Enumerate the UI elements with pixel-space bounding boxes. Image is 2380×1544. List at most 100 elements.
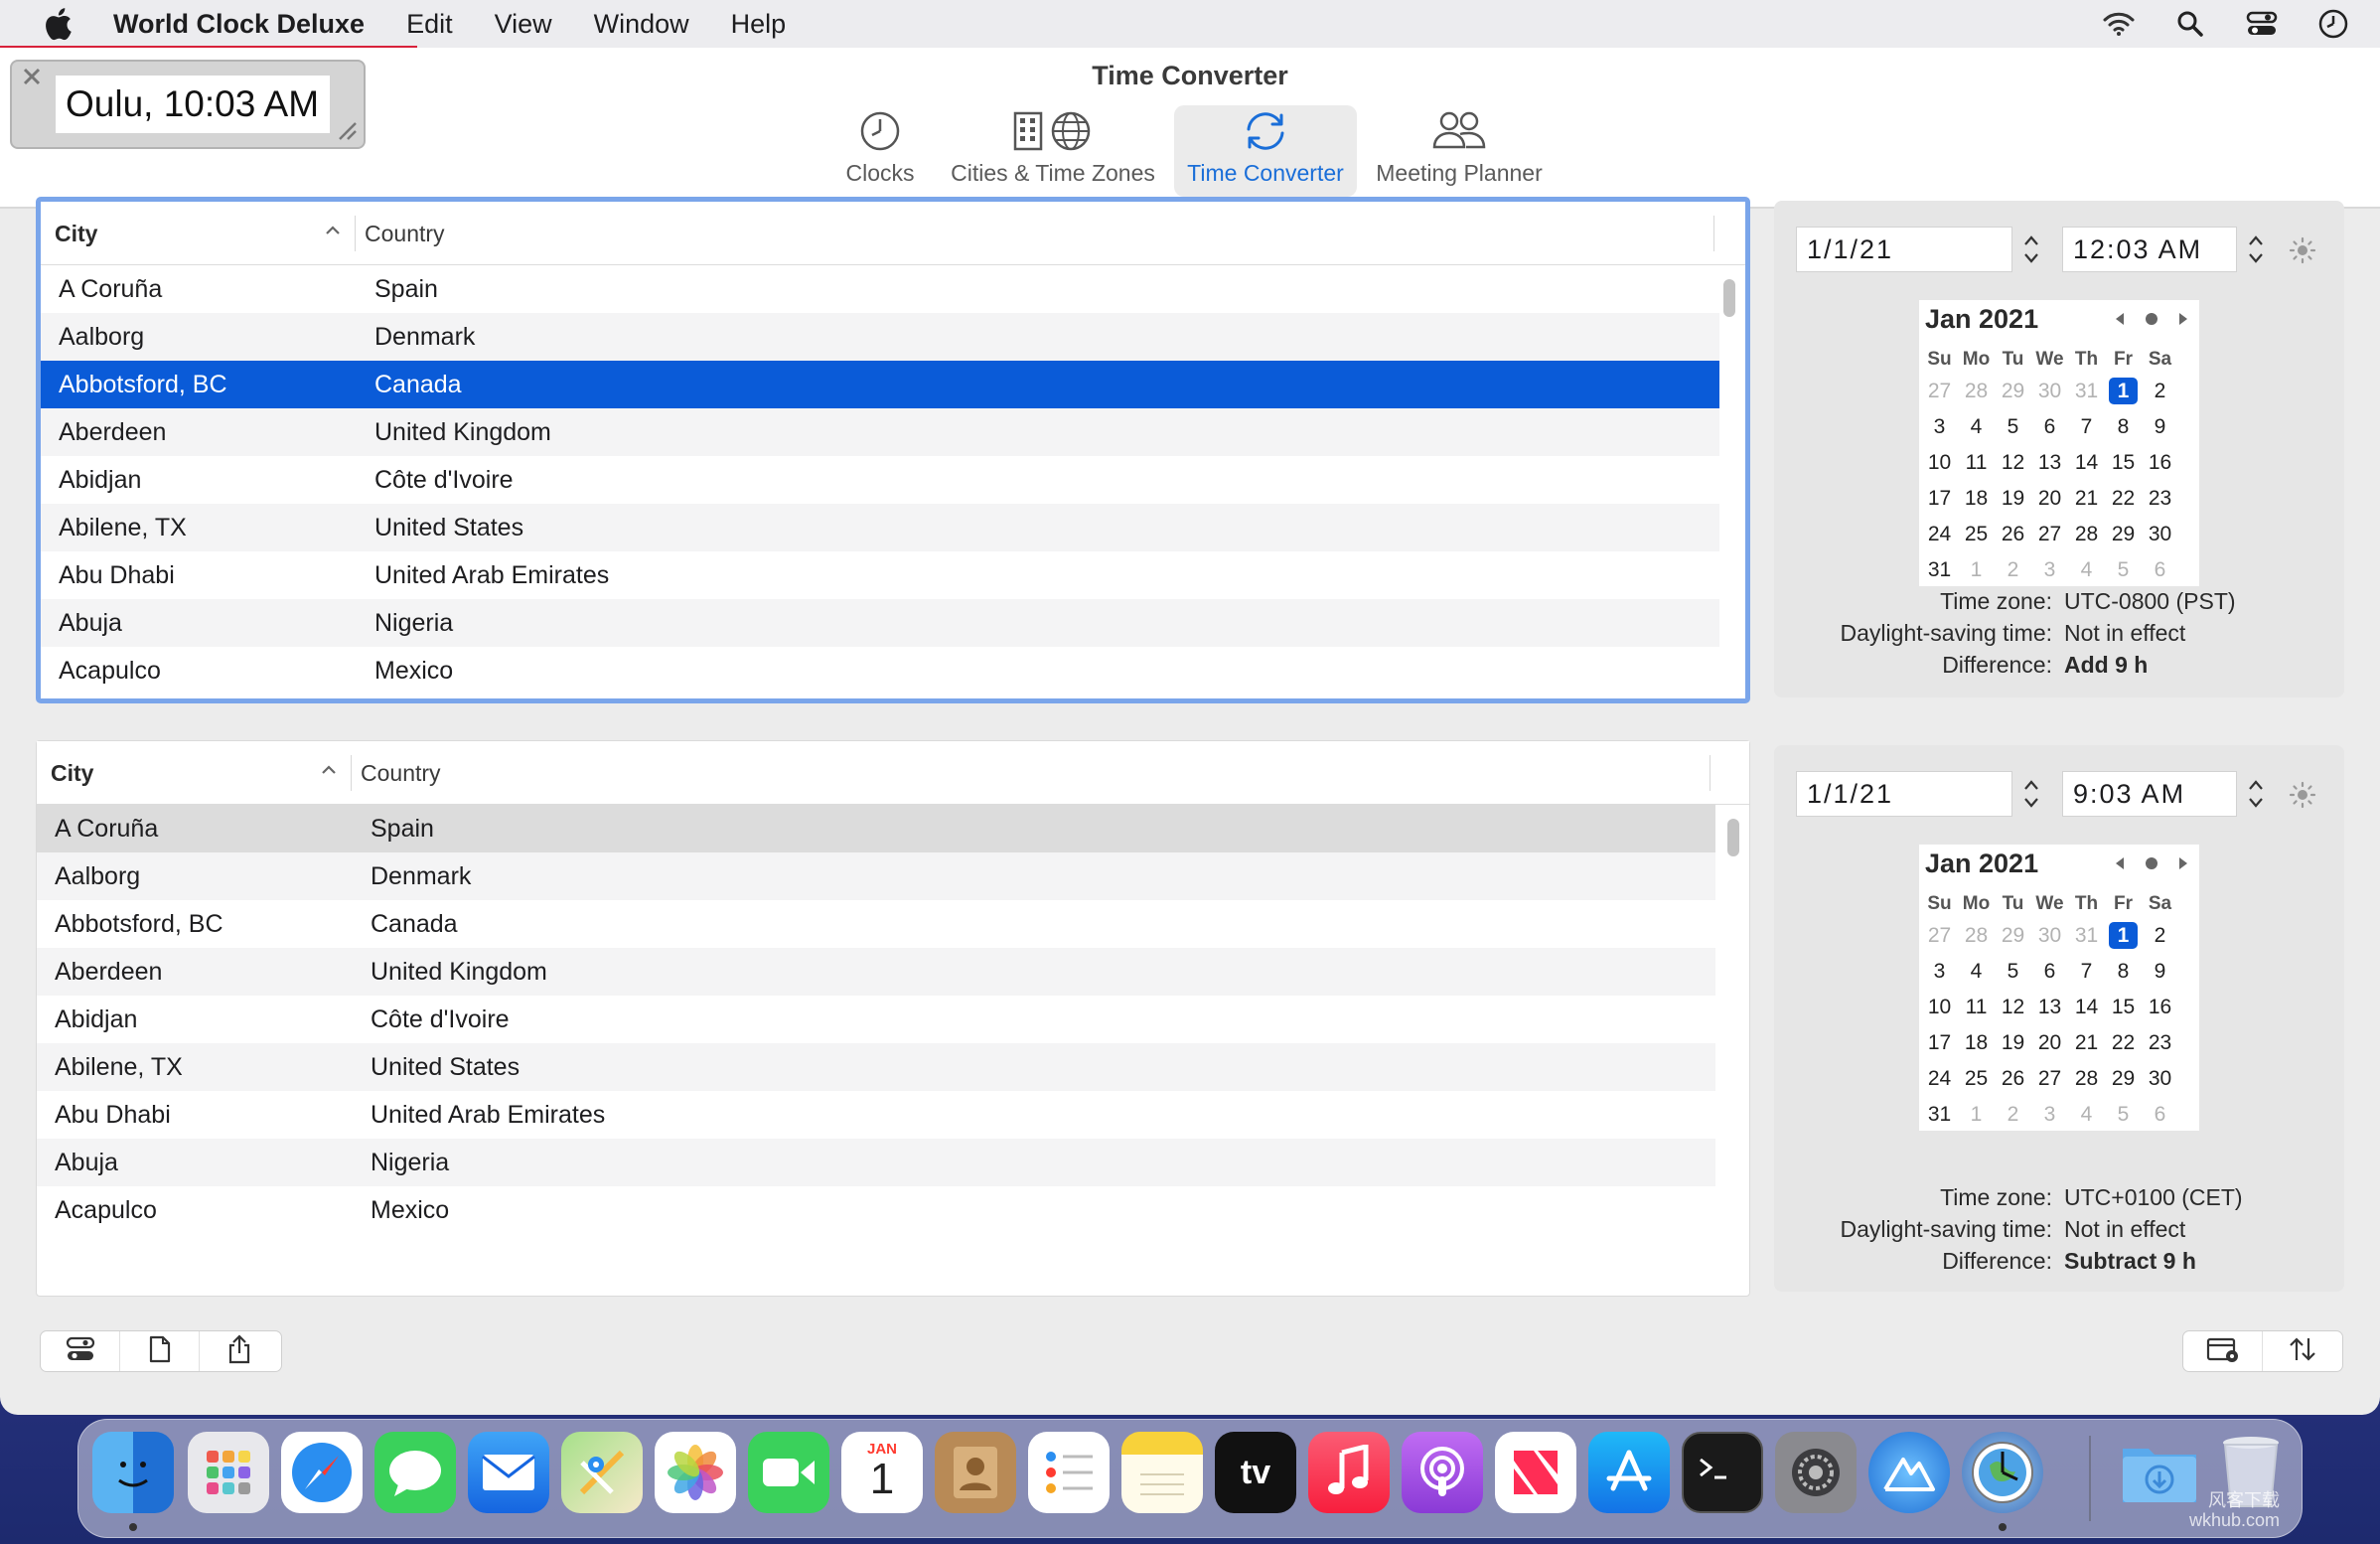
mail-icon[interactable] (468, 1432, 549, 1513)
calendar-day[interactable]: 30 (2142, 523, 2178, 546)
calendar-day[interactable]: 27 (1921, 380, 1958, 403)
photos-icon[interactable] (655, 1432, 736, 1513)
table-row[interactable]: Abbotsford, BC Canada (41, 361, 1719, 408)
calendar-day[interactable]: 21 (2068, 1031, 2105, 1055)
calendar-day[interactable]: 25 (1958, 1067, 1995, 1091)
close-icon[interactable] (19, 64, 45, 89)
calendar-day[interactable]: 25 (1958, 523, 1995, 546)
calendar-day[interactable]: 5 (1995, 415, 2031, 439)
table-row[interactable]: Acapulco Mexico (37, 1186, 1715, 1234)
calendar-day[interactable]: 17 (1921, 1031, 1958, 1055)
calendar-day[interactable]: 31 (1921, 1103, 1958, 1127)
next-month-icon[interactable] (2175, 311, 2191, 332)
tab-time-converter[interactable]: Time Converter (1174, 105, 1357, 197)
calendar-day[interactable]: 28 (1958, 380, 1995, 403)
calendar-day[interactable]: 9 (2142, 415, 2178, 439)
calendar-day[interactable]: 16 (2142, 451, 2178, 475)
sort-ascending-icon[interactable] (322, 220, 344, 241)
calendar-day[interactable]: 30 (2142, 1067, 2178, 1091)
facetime-icon[interactable] (748, 1432, 829, 1513)
time-stepper-icon[interactable] (2243, 771, 2269, 817)
previous-month-icon[interactable] (2112, 855, 2128, 876)
calendar-day[interactable]: 10 (1921, 996, 1958, 1019)
calendar-day[interactable]: 29 (1995, 924, 2031, 948)
calendar-day[interactable]: 1 (1958, 1103, 1995, 1127)
calendar[interactable]: Jan 2021 Su Mo Tu We Th Fr Sa 27 28 29 30 31 1 2 3 4 5 6 7… (1919, 845, 2199, 1131)
table-row[interactable]: Abidjan Côte d'Ivoire (37, 996, 1715, 1043)
finder-icon[interactable] (92, 1432, 174, 1513)
table-row[interactable]: Abuja Nigeria (37, 1139, 1715, 1186)
today-dot-icon[interactable] (2144, 311, 2159, 332)
today-dot-icon[interactable] (2144, 855, 2159, 876)
table-row[interactable]: Abidjan Côte d'Ivoire (41, 456, 1719, 504)
calendar-day[interactable]: 2 (1995, 558, 2031, 582)
calendar-day[interactable]: 9 (2142, 960, 2178, 984)
calendar-day[interactable]: 26 (1995, 1067, 2031, 1091)
calendar-day[interactable]: 31 (1921, 558, 1958, 582)
downloads-folder-icon[interactable] (2119, 1432, 2200, 1513)
calendar-day[interactable]: 17 (1921, 487, 1958, 511)
calendar-day[interactable]: 28 (2068, 1067, 2105, 1091)
calendar-day[interactable]: 22 (2105, 487, 2142, 511)
date-stepper-icon[interactable] (2018, 771, 2044, 817)
calendar-day[interactable]: 4 (1958, 415, 1995, 439)
messages-icon[interactable] (374, 1432, 456, 1513)
table-row[interactable]: Abilene, TX United States (41, 504, 1719, 551)
table-row[interactable]: A Coruña Spain (41, 265, 1719, 313)
app-store-icon[interactable] (1588, 1432, 1670, 1513)
calendar-day[interactable]: 1 (2105, 922, 2142, 949)
table-row[interactable]: Abu Dhabi United Arab Emirates (41, 551, 1719, 599)
date-field[interactable]: 1/1/21 (1796, 771, 2012, 817)
previous-month-icon[interactable] (2112, 311, 2128, 332)
calendar-day[interactable]: 7 (2068, 415, 2105, 439)
calendar-day[interactable]: 22 (2105, 1031, 2142, 1055)
column-header-country[interactable]: Country (365, 202, 445, 265)
calendar-day[interactable]: 18 (1958, 487, 1995, 511)
calendar-day[interactable]: 10 (1921, 451, 1958, 475)
calendar-day[interactable]: 19 (1995, 1031, 2031, 1055)
menu-edit[interactable]: Edit (406, 9, 453, 40)
calendar-day[interactable]: 12 (1995, 451, 2031, 475)
control-center-icon[interactable] (2245, 7, 2279, 41)
calendar-day[interactable]: 5 (1995, 960, 2031, 984)
news-icon[interactable] (1495, 1432, 1576, 1513)
calendar-day[interactable]: 4 (1958, 960, 1995, 984)
apple-menu-icon[interactable] (38, 4, 77, 44)
menu-app-name[interactable]: World Clock Deluxe (113, 9, 365, 40)
calendar-day[interactable]: 5 (2105, 1103, 2142, 1127)
calendar-day[interactable]: 3 (2031, 1103, 2068, 1127)
calendar-day[interactable]: 27 (2031, 1067, 2068, 1091)
calendar-day[interactable]: 14 (2068, 451, 2105, 475)
calendar-day[interactable]: 6 (2142, 558, 2178, 582)
target-city-table[interactable]: City Country A Coruña Spain Aalborg Denmark… (36, 740, 1750, 1297)
calendar-day[interactable]: 2 (2142, 924, 2178, 948)
time-field[interactable]: 9:03 AM (2062, 771, 2237, 817)
calendar-day[interactable]: 15 (2105, 996, 2142, 1019)
table-row[interactable]: Aberdeen United Kingdom (41, 408, 1719, 456)
calendar-day[interactable]: 30 (2031, 380, 2068, 403)
clock-menu-extra-icon[interactable] (2316, 7, 2350, 41)
time-field[interactable]: 12:03 AM (2062, 227, 2237, 272)
calendar-day[interactable]: 1 (1958, 558, 1995, 582)
column-header-city[interactable]: City (51, 741, 349, 805)
calendar-day[interactable]: 8 (2105, 960, 2142, 984)
launchpad-icon[interactable] (188, 1432, 269, 1513)
altitude-icon[interactable] (1868, 1432, 1950, 1513)
calendar-day[interactable]: 28 (1958, 924, 1995, 948)
calendar-day[interactable]: 8 (2105, 415, 2142, 439)
calendar-day[interactable]: 3 (2031, 558, 2068, 582)
calendar-day[interactable]: 27 (2031, 523, 2068, 546)
column-divider[interactable] (351, 755, 352, 791)
table-row[interactable]: Abu Dhabi United Arab Emirates (37, 1091, 1715, 1139)
column-divider[interactable] (355, 216, 356, 251)
spotlight-search-icon[interactable] (2173, 7, 2207, 41)
calendar-day[interactable]: 7 (2068, 960, 2105, 984)
reminders-icon[interactable] (1028, 1432, 1110, 1513)
safari-icon[interactable] (281, 1432, 363, 1513)
scrollbar-thumb[interactable] (1723, 279, 1735, 317)
menu-view[interactable]: View (495, 9, 552, 40)
tab-cities-time-zones[interactable]: Cities & Time Zones (944, 105, 1162, 197)
table-row[interactable]: A Coruña Spain (37, 805, 1715, 852)
tab-meeting-planner[interactable]: Meeting Planner (1367, 105, 1552, 197)
calendar-day[interactable]: 23 (2142, 1031, 2178, 1055)
